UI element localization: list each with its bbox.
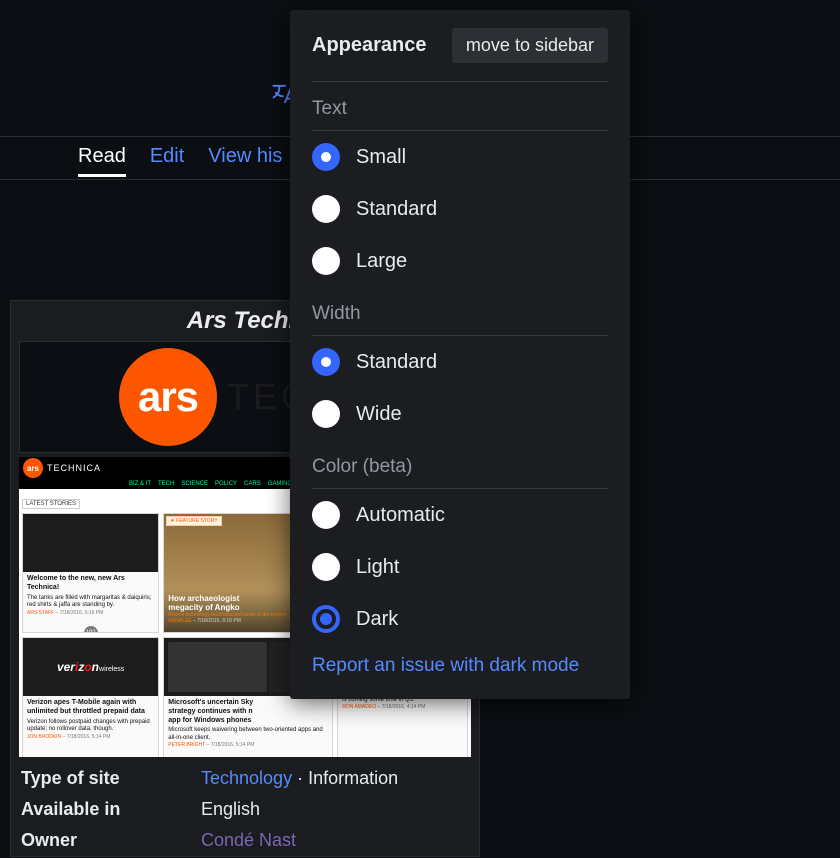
radio-icon: [312, 605, 340, 633]
tab-view-history[interactable]: View his: [208, 145, 282, 168]
link-technology[interactable]: Technology: [201, 768, 292, 788]
row-val: Condé Nast: [191, 825, 479, 856]
radio-icon: [312, 501, 340, 529]
ss-card: verizonwireless Verizon apes T-Mobile ag…: [22, 637, 159, 757]
move-to-sidebar-button[interactable]: move to sidebar: [452, 28, 608, 63]
table-row: Type of site Technology · Information: [11, 763, 479, 794]
row-val: English: [191, 794, 479, 825]
radio-color-automatic[interactable]: Automatic: [312, 489, 608, 541]
report-dark-mode-link[interactable]: Report an issue with dark mode: [312, 645, 608, 677]
radio-icon: [312, 195, 340, 223]
row-key: Type of site: [11, 763, 191, 794]
section-color-label: Color (beta): [312, 440, 608, 489]
row-key: Owner: [11, 825, 191, 856]
radio-width-wide[interactable]: Wide: [312, 388, 608, 440]
radio-text-large[interactable]: Large: [312, 235, 608, 287]
row-key: Available in: [11, 794, 191, 825]
radio-icon: [312, 247, 340, 275]
radio-text-standard[interactable]: Standard: [312, 183, 608, 235]
ss-logo-text: TECHNICA: [47, 463, 101, 473]
table-row: Available in English: [11, 794, 479, 825]
radio-label: Dark: [356, 608, 398, 631]
ss-latest-badge: LATEST STORIES: [22, 499, 80, 509]
table-row: Owner Condé Nast: [11, 825, 479, 856]
tab-read[interactable]: Read: [78, 145, 126, 177]
row-val: Technology · Information: [191, 763, 479, 794]
appearance-popover: Appearance move to sidebar Text Small St…: [290, 10, 630, 699]
section-text-label: Text: [312, 82, 608, 131]
radio-label: Large: [356, 250, 407, 273]
radio-icon: [312, 348, 340, 376]
link-owner[interactable]: Condé Nast: [201, 830, 296, 850]
tab-edit[interactable]: Edit: [150, 145, 184, 168]
section-width-label: Width: [312, 287, 608, 336]
radio-icon: [312, 143, 340, 171]
ss-logo-circle: ars: [23, 458, 43, 478]
radio-icon: [312, 553, 340, 581]
radio-color-dark[interactable]: Dark: [312, 593, 608, 645]
radio-label: Standard: [356, 198, 437, 221]
ss-card: Welcome to the new, new Ars Technica! Th…: [22, 513, 159, 633]
radio-label: Standard: [356, 351, 437, 374]
radio-label: Automatic: [356, 504, 445, 527]
infobox-table: Type of site Technology · Information Av…: [11, 763, 479, 856]
ars-logo-circle: ars: [119, 348, 217, 446]
radio-text-small[interactable]: Small: [312, 131, 608, 183]
radio-label: Light: [356, 556, 399, 579]
radio-label: Small: [356, 146, 406, 169]
radio-icon: [312, 400, 340, 428]
radio-width-standard[interactable]: Standard: [312, 336, 608, 388]
radio-label: Wide: [356, 403, 402, 426]
radio-color-light[interactable]: Light: [312, 541, 608, 593]
popover-title: Appearance: [312, 34, 427, 57]
